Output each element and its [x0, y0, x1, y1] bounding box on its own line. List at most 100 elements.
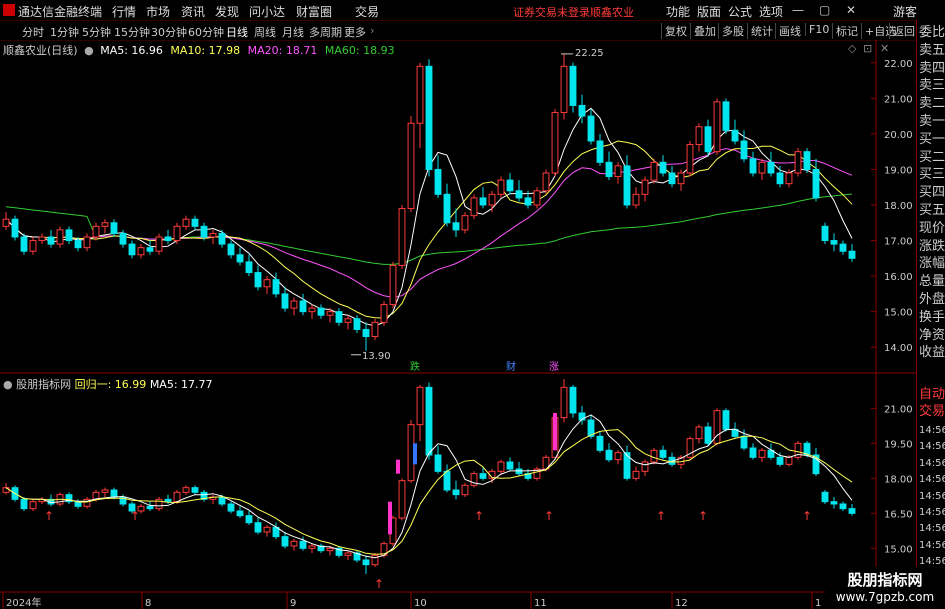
maximize-icon[interactable]: ▢: [819, 3, 830, 17]
kline-chart[interactable]: ↑ ↑ ↑ ↑ ↑ ↑ ↑ ↑ 22.00 21.00 20.00 19.00 18.00 17.00 1…: [0, 40, 916, 609]
signal-bar: [553, 413, 557, 451]
event-marker: 财: [506, 360, 516, 373]
sidebar-time-3: 14:56: [919, 474, 945, 486]
sidebar-item-12: 涨跌: [919, 238, 945, 254]
sub-candle-body: [398, 480, 406, 519]
candle-body: [659, 161, 667, 174]
guest-label[interactable]: 游客: [893, 3, 917, 20]
tongji-button[interactable]: 统计: [747, 23, 773, 39]
tab-duozhouqi[interactable]: 多周期: [309, 24, 342, 40]
main-ytick-label: 18.00: [884, 201, 913, 212]
back-button[interactable]: 返回: [889, 23, 915, 39]
sub-candle-body: [20, 498, 28, 510]
quote-sidebar: 委比 卖五 卖四 卖三 卖二 卖一 买一 买二 买三 买四 买五 现价 涨跌 涨幅 总量 外盘 换手 净资 收益 自动…: [916, 20, 945, 609]
candle-body: [56, 229, 64, 245]
tab-gengduo[interactable]: 更多: [344, 24, 366, 40]
tab-5min[interactable]: 5分钟: [82, 24, 111, 40]
diejia-button[interactable]: 叠加: [690, 23, 716, 39]
candle-body: [830, 240, 838, 245]
f10-button[interactable]: F10: [805, 23, 829, 36]
candle-body: [83, 236, 91, 249]
duogu-button[interactable]: 多股: [718, 23, 744, 39]
sidebar-time-2: 14:56: [919, 457, 945, 469]
menu-hangqing[interactable]: 行情: [112, 3, 136, 20]
sidebar-item-6: 买一: [919, 131, 945, 147]
candle-body: [317, 307, 325, 316]
candle-body: [677, 172, 685, 185]
candle-body: [137, 247, 145, 256]
menu-caifuquan[interactable]: 财富圈: [296, 3, 332, 20]
tab-30min[interactable]: 30分钟: [151, 24, 187, 40]
tab-yuexian[interactable]: 月线: [282, 24, 304, 40]
buy-signal-arrow-icon: ↑: [544, 509, 554, 523]
sub-candle-body: [362, 559, 370, 566]
sub-ytick-label: 18.00: [884, 474, 913, 485]
tab-zhouxian[interactable]: 周线: [254, 24, 276, 40]
menu-gongneng[interactable]: 功能: [666, 3, 690, 20]
close-icon[interactable]: ✕: [846, 3, 856, 17]
sub-candle-body: [605, 449, 613, 461]
sidebar-item-13: 涨幅: [919, 256, 945, 272]
tab-60min[interactable]: 60分钟: [188, 24, 224, 40]
sidebar-item-11: 现价: [919, 220, 945, 236]
sub-candle-body: [182, 487, 190, 493]
sidebar-item-0: 委比: [919, 25, 945, 40]
app-title: 通达信金融终端: [18, 5, 103, 19]
menu-faxian[interactable]: 发现: [215, 3, 239, 20]
buy-signal-arrow-icon: ↑: [802, 509, 812, 523]
candle-body: [569, 65, 577, 106]
login-warning[interactable]: 证券交易未登录: [513, 4, 590, 20]
sidebar-time-4: 14:56: [919, 490, 945, 502]
candle-body: [650, 161, 658, 181]
menu-gongshi[interactable]: 公式: [728, 3, 752, 20]
tab-1min[interactable]: 1分钟: [50, 24, 79, 40]
candle-body: [560, 65, 568, 114]
sub-candle-body: [560, 386, 568, 419]
candle-body: [416, 65, 424, 124]
sub-candle-body: [101, 489, 109, 493]
menu-shichang[interactable]: 市场: [146, 3, 170, 20]
sub-candle-body: [245, 515, 253, 524]
biaoji-button[interactable]: 标记: [832, 23, 858, 39]
tab-rixian[interactable]: 日线: [226, 24, 248, 40]
menu-wenxiaoda[interactable]: 问小达: [249, 3, 285, 20]
xtick-label: 12: [675, 598, 688, 609]
candle-body: [668, 172, 676, 185]
menu-jiaoyi[interactable]: 交易: [355, 3, 379, 20]
menu-banmian[interactable]: 版面: [697, 3, 721, 20]
minimize-icon[interactable]: —: [792, 3, 804, 17]
sub-candle-body: [443, 470, 451, 491]
tab-fenshi[interactable]: 分时: [22, 24, 44, 40]
menu-zixun[interactable]: 资讯: [181, 3, 205, 20]
candle-body: [173, 225, 181, 242]
chart-grid: [0, 40, 916, 609]
candle-body: [389, 264, 397, 306]
buy-signal-arrow-icon: ↑: [374, 577, 384, 591]
candle-body: [695, 126, 703, 146]
candle-body: [191, 218, 199, 227]
sidebar-item-1: 卖五: [919, 42, 945, 58]
sub-candle-body: [299, 540, 307, 549]
sidebar-item-14: 总量: [919, 274, 945, 290]
candle-body: [641, 179, 649, 195]
menu-xuanxiang[interactable]: 选项: [759, 3, 783, 20]
sub-candle-body: [641, 461, 649, 472]
candle-body: [524, 197, 532, 206]
sub-candle-body: [452, 489, 460, 496]
axes: 22.00 21.00 20.00 19.00 18.00 17.00 16.00 15.00…: [6, 48, 913, 609]
sub-candle-body: [290, 540, 298, 547]
sub-candle-body: [29, 501, 37, 510]
fuquan-button[interactable]: 复权: [661, 23, 687, 39]
sub-candle-body: [236, 510, 244, 517]
candle-body: [281, 293, 289, 309]
candle-body: [479, 197, 487, 206]
main-ytick-label: 14.00: [884, 343, 913, 354]
candle-body: [578, 104, 586, 117]
tab-15min[interactable]: 15分钟: [114, 24, 150, 40]
sub-candle-body: [722, 410, 730, 430]
more-arrow-icon[interactable]: ›: [370, 24, 374, 37]
xtick-label: 1: [815, 598, 821, 609]
huaxian-button[interactable]: 画线: [775, 23, 801, 39]
candle-body: [119, 232, 127, 245]
candle-body: [785, 172, 793, 185]
